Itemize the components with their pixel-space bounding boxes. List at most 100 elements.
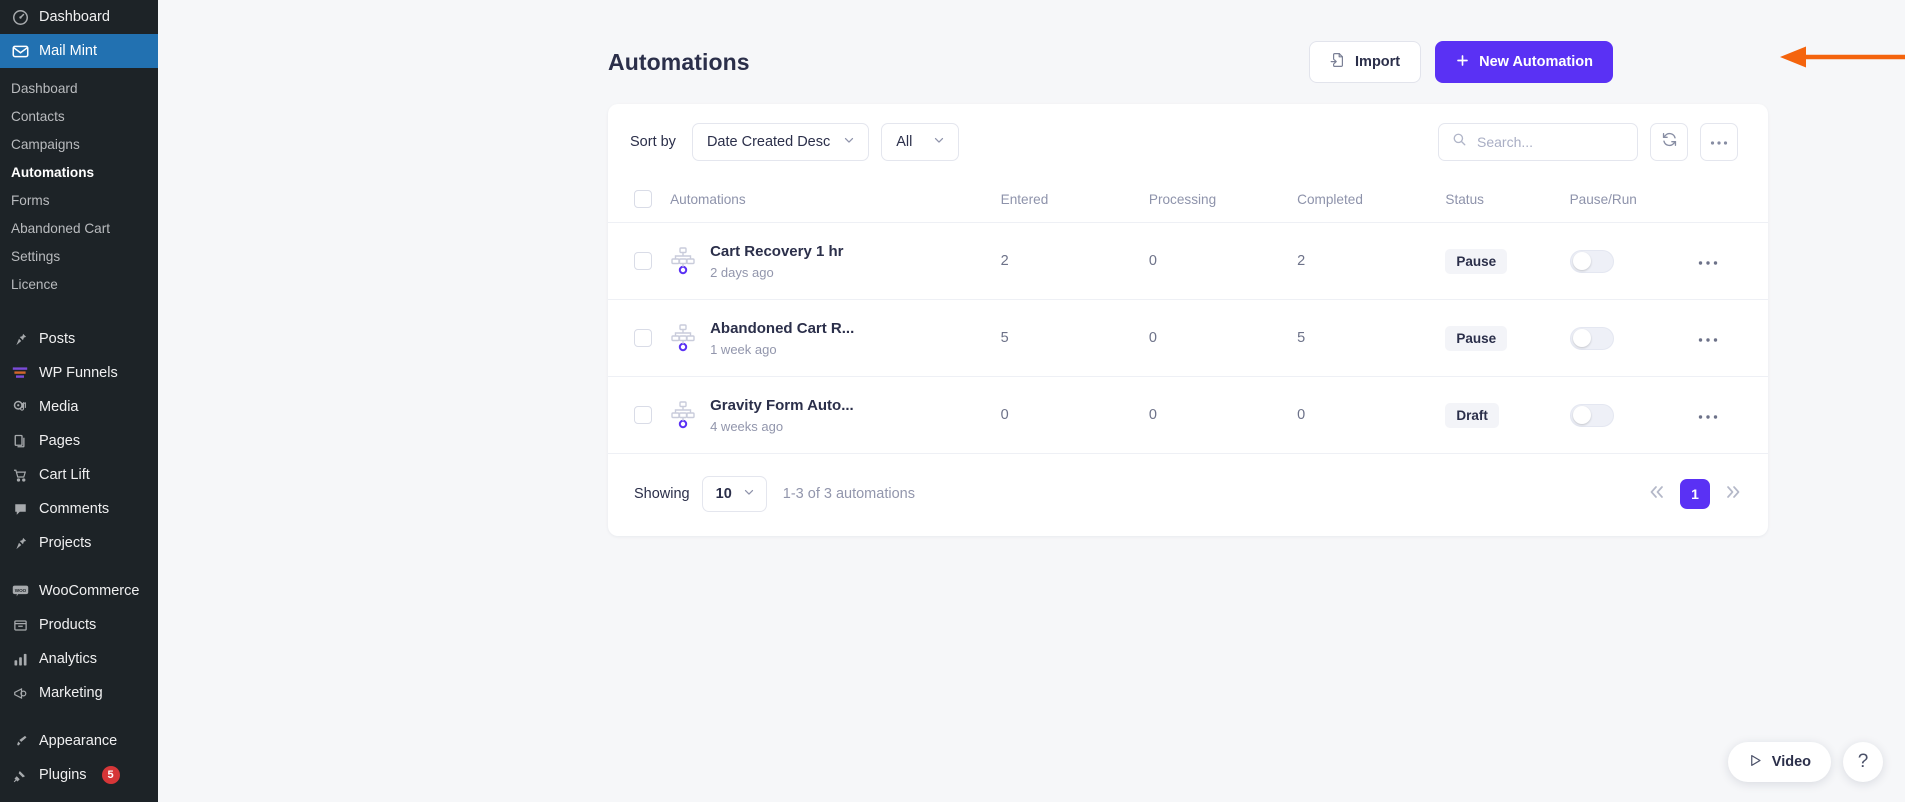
chevron-double-right-icon[interactable]: [1724, 484, 1742, 504]
page-title: Automations: [608, 48, 750, 75]
sidebar-item-mail-mint[interactable]: Mail Mint: [0, 34, 158, 68]
sidebar-subitem-label: Automations: [11, 164, 95, 180]
automations-table: Automations Entered Processing Completed…: [608, 180, 1768, 454]
brush-icon: [10, 734, 30, 749]
showing-label: Showing: [634, 486, 690, 502]
row-name-cell: Abandoned Cart R... 1 week ago: [670, 299, 1001, 377]
sidebar-item-products[interactable]: Products: [0, 608, 158, 642]
status-filter-value: All: [896, 134, 913, 150]
sidebar-item-pages[interactable]: Pages: [0, 424, 158, 458]
automation-name: Cart Recovery 1 hr: [710, 242, 844, 260]
row-checkbox[interactable]: [634, 252, 652, 270]
table-toolbar: Sort by Date Created Desc All: [608, 104, 1768, 180]
table-row[interactable]: Gravity Form Auto... 4 weeks ago 0 0 0 D…: [608, 376, 1768, 454]
automation-name: Abandoned Cart R...: [710, 319, 855, 337]
column-header-entered: Entered: [1000, 180, 1149, 223]
sidebar-item-analytics[interactable]: Analytics: [0, 642, 158, 676]
sidebar-item-woocommerce[interactable]: WOO WooCommerce: [0, 574, 158, 608]
pagination-controls: 1: [1648, 479, 1742, 509]
pause-run-toggle[interactable]: [1569, 326, 1614, 350]
file-import-icon: [1330, 52, 1346, 72]
search-box[interactable]: [1438, 123, 1638, 161]
sort-select[interactable]: Date Created Desc: [691, 123, 870, 161]
sidebar-item-label: Projects: [39, 535, 92, 551]
sidebar-item-label: Mail Mint: [39, 43, 98, 59]
sort-by-label: Sort by: [630, 134, 676, 150]
sidebar-item-label: Posts: [39, 331, 76, 347]
automation-timestamp: 4 weeks ago: [710, 419, 784, 435]
sidebar-subitem-licence[interactable]: Licence: [0, 270, 158, 298]
sidebar-subitem-dashboard[interactable]: Dashboard: [0, 74, 158, 102]
plug-icon: [10, 768, 30, 783]
sidebar-divider: [0, 308, 158, 322]
toolbar-more-button[interactable]: [1700, 123, 1738, 161]
toolbar-actions: [1438, 123, 1738, 161]
row-processing: 0: [1148, 299, 1298, 377]
row-entered: 5: [1000, 299, 1149, 377]
select-all-header: [608, 180, 671, 223]
row-checkbox[interactable]: [634, 329, 652, 347]
sidebar-item-plugins[interactable]: Plugins 5: [0, 758, 158, 792]
row-completed: 2: [1297, 222, 1446, 300]
sidebar-subitem-label: Abandoned Cart: [11, 220, 111, 236]
select-all-checkbox[interactable]: [634, 190, 652, 208]
row-entered: 2: [1000, 222, 1149, 300]
help-button[interactable]: ?: [1843, 742, 1883, 782]
annotation-arrow-icon: [1780, 46, 1905, 68]
sidebar-item-marketing[interactable]: Marketing: [0, 676, 158, 710]
row-more-icon[interactable]: [1698, 404, 1718, 425]
import-button[interactable]: Import: [1309, 41, 1422, 83]
analytics-icon: [10, 652, 30, 667]
sidebar-subitem-automations[interactable]: Automations: [0, 158, 158, 186]
automations-card: Sort by Date Created Desc All Search... …: [608, 104, 1768, 536]
row-toggle-cell: [1569, 376, 1698, 454]
row-toggle-cell: [1569, 222, 1698, 300]
sidebar-item-posts[interactable]: Posts: [0, 322, 158, 356]
status-filter-select[interactable]: All: [881, 123, 960, 161]
sidebar-item-projects[interactable]: Projects: [0, 526, 158, 560]
row-completed: 0: [1297, 376, 1446, 454]
new-automation-button[interactable]: New Automation: [1435, 41, 1613, 83]
automation-timestamp: 2 days ago: [710, 265, 774, 281]
table-row[interactable]: Abandoned Cart R... 1 week ago 5 0 5 Pau…: [608, 299, 1768, 377]
import-button-label: Import: [1355, 54, 1401, 70]
per-page-select[interactable]: 10: [701, 476, 767, 512]
refresh-button[interactable]: [1650, 123, 1688, 161]
mail-mint-submenu: Dashboard Contacts Campaigns Automations…: [0, 68, 158, 308]
row-checkbox[interactable]: [634, 406, 652, 424]
row-more-icon[interactable]: [1698, 327, 1718, 348]
sidebar-subitem-abandoned-cart[interactable]: Abandoned Cart: [0, 214, 158, 242]
wp-admin-sidebar: Dashboard Mail Mint Dashboard Contacts C…: [0, 0, 158, 802]
plugins-update-badge: 5: [101, 766, 120, 784]
automation-flow-icon: [670, 246, 696, 276]
search-input[interactable]: [1477, 134, 1624, 150]
sidebar-item-comments[interactable]: Comments: [0, 492, 158, 526]
sidebar-item-cart-lift[interactable]: Cart Lift: [0, 458, 158, 492]
automation-timestamp: 1 week ago: [710, 342, 777, 358]
per-page-value: 10: [715, 486, 732, 502]
sort-select-value: Date Created Desc: [706, 134, 831, 150]
sidebar-subitem-settings[interactable]: Settings: [0, 242, 158, 270]
pause-run-toggle[interactable]: [1569, 403, 1614, 427]
sidebar-item-label: Products: [39, 617, 97, 633]
sidebar-subitem-campaigns[interactable]: Campaigns: [0, 130, 158, 158]
sidebar-item-appearance[interactable]: Appearance: [0, 724, 158, 758]
page-header: Automations Import New Automation: [158, 0, 1905, 94]
video-button[interactable]: Video: [1727, 742, 1831, 782]
sidebar-subitem-contacts[interactable]: Contacts: [0, 102, 158, 130]
search-icon: [1452, 132, 1467, 152]
table-row[interactable]: Cart Recovery 1 hr 2 days ago 2 0 2 Paus…: [608, 222, 1768, 300]
sidebar-subitem-forms[interactable]: Forms: [0, 186, 158, 214]
page-number-1[interactable]: 1: [1680, 479, 1710, 509]
chevron-double-left-icon[interactable]: [1648, 484, 1666, 504]
row-completed: 5: [1297, 299, 1446, 377]
sidebar-item-dashboard[interactable]: Dashboard: [0, 0, 158, 34]
pin-icon: [10, 332, 30, 347]
row-status-cell: Draft: [1445, 376, 1570, 454]
row-more-icon[interactable]: [1698, 250, 1718, 271]
sidebar-item-wp-funnels[interactable]: WP Funnels: [0, 356, 158, 390]
pause-run-toggle[interactable]: [1569, 249, 1614, 273]
column-header-status: Status: [1445, 180, 1570, 223]
automation-name: Gravity Form Auto...: [710, 396, 854, 414]
sidebar-item-media[interactable]: Media: [0, 390, 158, 424]
